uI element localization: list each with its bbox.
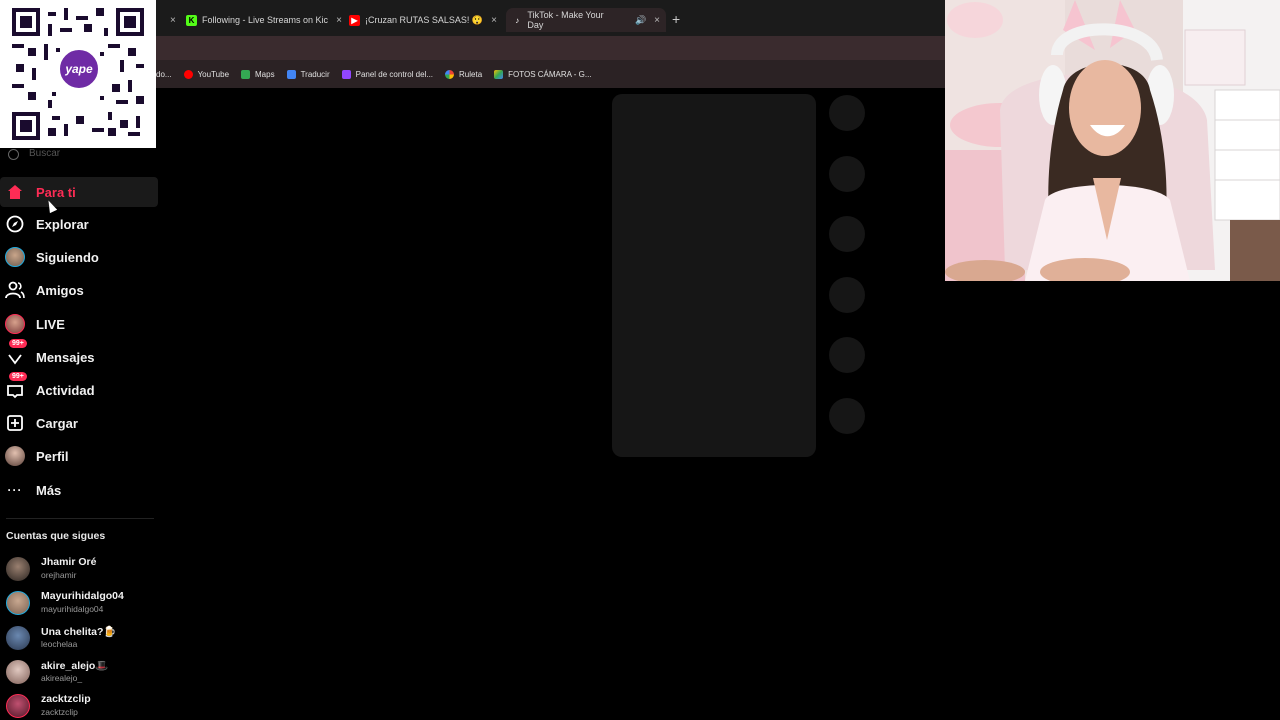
home-icon: [5, 182, 25, 202]
account-name: Mayurihidalgo04: [41, 590, 124, 602]
activity-icon: 99+: [5, 372, 27, 400]
tab-youtube[interactable]: ▶ ¡Cruzan RUTAS SALSAS! 😲 ×: [343, 8, 503, 32]
search-placeholder: Buscar: [29, 147, 61, 159]
tab-close-partial[interactable]: ×: [156, 8, 182, 32]
bookmark-roulette[interactable]: Ruleta: [445, 69, 482, 79]
account-handle: zacktzclip: [41, 707, 78, 717]
action-placeholder: [829, 216, 865, 252]
nav-item-para-ti[interactable]: Para ti: [0, 177, 158, 207]
account-handle: leochelaa: [41, 639, 78, 649]
close-icon[interactable]: ×: [491, 15, 497, 26]
nav-label: Siguiendo: [36, 249, 99, 265]
nav-item-siguiendo[interactable]: Siguiendo: [0, 242, 158, 272]
nav-label: Actividad: [36, 382, 95, 398]
profile-avatar-icon: [5, 446, 25, 466]
roulette-icon: [445, 69, 455, 79]
avatar: [6, 626, 30, 650]
notification-badge: 99+: [9, 339, 27, 348]
nav-label: Cargar: [36, 415, 78, 431]
search-icon: [8, 148, 19, 160]
account-item[interactable]: zacktzclip zacktzclip: [6, 691, 156, 720]
account-name: akire_alejo🎩: [41, 660, 109, 672]
account-item[interactable]: akire_alejo🎩 akirealejo_: [6, 657, 156, 687]
action-placeholder: [829, 337, 865, 373]
nav-item-actividad[interactable]: 99+ Actividad: [0, 372, 158, 405]
action-placeholder: [829, 156, 865, 192]
live-avatar-icon: [5, 314, 25, 334]
nav-label: Perfil: [36, 448, 69, 464]
avatar: [6, 557, 30, 581]
nav-label: Más: [36, 482, 62, 498]
webcam-image: [945, 0, 1280, 281]
audio-icon[interactable]: 🔊: [635, 15, 646, 26]
avatar: [6, 694, 30, 718]
new-tab-button[interactable]: +: [672, 11, 680, 27]
bookmark-youtube[interactable]: YouTube: [183, 69, 229, 79]
account-item[interactable]: Una chelita?🍺 leochelaa: [6, 623, 156, 653]
drive-icon: [494, 69, 504, 79]
account-name: zacktzclip: [41, 693, 91, 705]
sidebar: Buscar Para ti Explorar Siguiendo Amigos…: [0, 148, 158, 720]
nav-label: LIVE: [36, 316, 65, 332]
sidebar-divider: [6, 518, 154, 519]
translate-icon: [286, 69, 296, 79]
following-avatar-icon: [5, 247, 25, 267]
nav-item-live[interactable]: LIVE: [0, 309, 158, 339]
nav-label: Mensajes: [36, 349, 95, 365]
qr-code-overlay: yape: [0, 0, 156, 148]
action-placeholder: [829, 277, 865, 313]
messages-icon: 99+: [5, 339, 27, 367]
maps-icon: [241, 69, 251, 79]
twitch-icon: [341, 69, 351, 79]
nav-item-amigos[interactable]: Amigos: [0, 275, 158, 305]
yape-logo: yape: [57, 47, 101, 91]
account-handle: mayurihidalgo04: [41, 604, 104, 614]
nav-item-perfil[interactable]: Perfil: [0, 441, 158, 471]
nav-item-cargar[interactable]: Cargar: [0, 408, 158, 438]
webcam-overlay: [945, 0, 1280, 281]
close-icon[interactable]: ×: [654, 15, 660, 26]
search-input[interactable]: Buscar: [8, 148, 156, 164]
account-name: Una chelita?🍺: [41, 626, 117, 638]
notification-badge: 99+: [9, 372, 27, 381]
tiktok-icon: ♪: [515, 15, 520, 25]
friends-icon: [5, 280, 25, 300]
nav-item-mensajes[interactable]: 99+ Mensajes: [0, 339, 158, 372]
tab-label: Following - Live Streams on Kic: [202, 15, 329, 25]
more-icon: ···: [7, 483, 23, 497]
kick-icon: K: [186, 14, 197, 26]
avatar: [6, 660, 30, 684]
tab-tiktok[interactable]: ♪ TikTok - Make Your Day 🔊 ×: [506, 8, 666, 32]
bookmark-item[interactable]: do...: [156, 70, 172, 79]
nav-label: Explorar: [36, 216, 89, 232]
bookmark-translate[interactable]: Traducir: [286, 69, 330, 79]
account-handle: akirealejo_: [41, 673, 83, 683]
bookmark-drive[interactable]: FOTOS CÁMARA - G...: [494, 69, 592, 79]
compass-icon: [5, 214, 25, 234]
account-name: Jhamir Oré: [41, 556, 97, 568]
account-item[interactable]: Mayurihidalgo04 mayurihidalgo04: [6, 588, 156, 618]
following-accounts-title: Cuentas que sigues: [6, 530, 106, 542]
tab-kick[interactable]: K Following - Live Streams on Kic ×: [180, 8, 348, 32]
bookmark-maps[interactable]: Maps: [241, 69, 275, 79]
close-icon[interactable]: ×: [336, 15, 342, 26]
avatar: [6, 591, 30, 615]
youtube-icon: [183, 69, 193, 79]
nav-item-explorar[interactable]: Explorar: [0, 209, 158, 239]
account-item[interactable]: Jhamir Oré orejhamir: [6, 554, 156, 584]
account-handle: orejhamir: [41, 570, 77, 580]
tab-label: TikTok - Make Your Day: [527, 10, 604, 30]
bookmark-twitch[interactable]: Panel de control del...: [341, 69, 433, 79]
nav-item-mas[interactable]: ··· Más: [0, 475, 158, 505]
nav-label: Amigos: [36, 282, 84, 298]
tab-label: ¡Cruzan RUTAS SALSAS! 😲: [365, 14, 484, 25]
action-placeholder: [829, 95, 865, 131]
upload-icon: [5, 413, 25, 433]
action-placeholder: [829, 398, 865, 434]
youtube-icon: ▶: [349, 14, 360, 26]
video-loading-placeholder: [612, 94, 816, 457]
nav-label: Para ti: [36, 184, 76, 200]
